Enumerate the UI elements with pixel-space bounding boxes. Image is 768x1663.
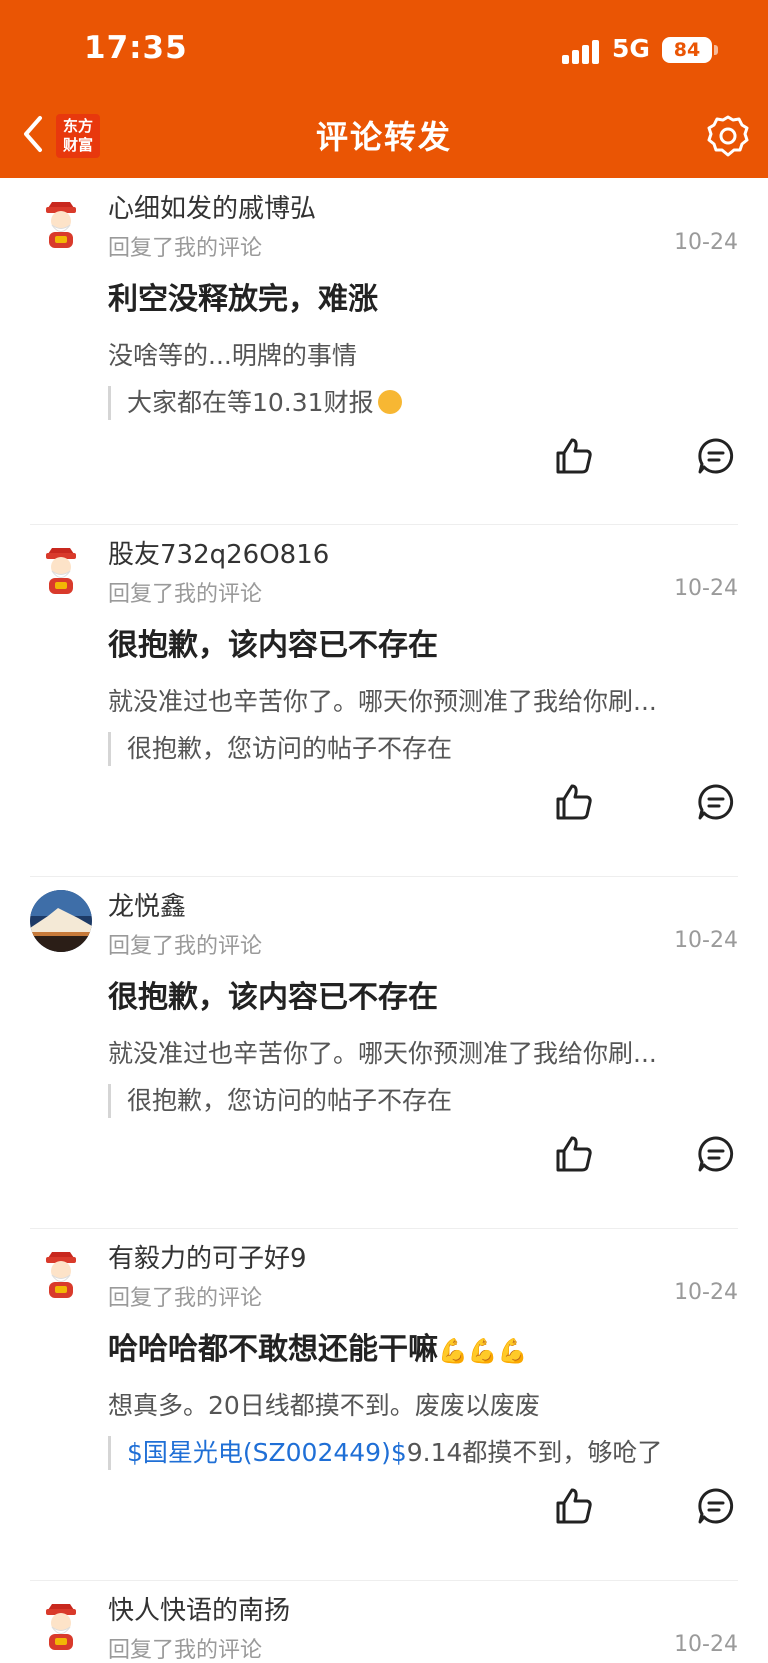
comment-item: 股友732q26O816 回复了我的评论 10-24 很抱歉，该内容已不存在 就… [0,524,768,876]
reply-label: 回复了我的评论 [108,1286,263,1311]
fortune-god-avatar-icon [30,538,92,600]
app-header: 17:35 5G 84 东方 财富 评论转发 [0,0,768,178]
quoted-post-text: 很抱歉，您访问的帖子不存在 [127,1086,453,1115]
comment-date: 10-24 [674,1280,738,1305]
comment-bubble-icon [698,1488,734,1524]
stock-link[interactable]: $国星光电(SZ002449)$ [127,1438,407,1467]
thumbs-up-icon [556,1488,592,1524]
reply-text[interactable]: 哈哈哈都不敢想还能干嘛💪💪💪 [108,1324,528,1368]
battery-icon: 84 [662,37,712,63]
like-button[interactable] [554,782,594,822]
flexed-biceps-icon: 💪💪💪 [438,1337,528,1365]
fortune-god-avatar-icon [30,1594,92,1656]
dizzy-face-icon [377,390,402,414]
fortune-god-avatar-icon [30,1242,92,1304]
user-avatar[interactable] [30,538,92,600]
user-avatar[interactable] [30,890,92,952]
reply-button[interactable] [696,782,736,822]
reply-label: 回复了我的评论 [108,1638,263,1663]
username[interactable]: 快人快语的南扬 [108,1590,290,1627]
reply-button[interactable] [696,1486,736,1526]
quoted-post-text: 很抱歉，您访问的帖子不存在 [127,734,453,763]
thumbs-up-icon [556,784,592,820]
username[interactable]: 心细如发的戚博弘 [108,188,316,225]
reply-button[interactable] [696,1134,736,1174]
comment-date: 10-24 [674,928,738,953]
fortune-god-avatar-icon [30,192,92,254]
my-comment-text[interactable]: 就没准过也辛苦你了。哪天你预测准了我给你刷... [108,682,657,718]
thumbs-up-icon [556,438,592,474]
username[interactable]: 有毅力的可子好9 [108,1238,307,1275]
username[interactable]: 股友732q26O816 [108,534,329,571]
quoted-post-text: 9.14都摸不到，够呛了 [406,1438,663,1467]
comment-item: 有毅力的可子好9 回复了我的评论 10-24 哈哈哈都不敢想还能干嘛💪💪💪 想真… [0,1228,768,1580]
comment-bubble-icon [698,438,734,474]
user-avatar[interactable] [30,1594,92,1656]
settings-button[interactable] [706,114,750,158]
quoted-post-text: 大家都在等10.31财报 [127,388,374,417]
my-comment-text[interactable]: 想真多。20日线都摸不到。废废以废废 [108,1386,540,1422]
divider [30,1228,738,1229]
divider [30,1580,738,1581]
network-type: 5G [612,34,650,63]
quoted-post[interactable]: 大家都在等10.31财报 [108,386,402,420]
like-button[interactable] [554,1486,594,1526]
thumbs-up-icon [556,1136,592,1172]
reply-label: 回复了我的评论 [108,582,263,607]
quoted-post[interactable]: 很抱歉，您访问的帖子不存在 [108,1084,452,1118]
divider [30,876,738,877]
reply-button[interactable] [696,436,736,476]
signal-icon [562,40,600,64]
divider [30,524,738,525]
my-comment-text[interactable]: 就没准过也辛苦你了。哪天你预测准了我给你刷... [108,1034,657,1070]
like-button[interactable] [554,436,594,476]
user-avatar[interactable] [30,192,92,254]
like-button[interactable] [554,1134,594,1174]
gear-icon [707,115,749,157]
reply-label: 回复了我的评论 [108,236,263,261]
reply-label: 回复了我的评论 [108,934,263,959]
comment-item: 快人快语的南扬 回复了我的评论 10-24 [0,1580,768,1663]
comment-bubble-icon [698,784,734,820]
comment-date: 10-24 [674,230,738,255]
comment-item: 龙悦鑫 回复了我的评论 10-24 很抱歉，该内容已不存在 就没准过也辛苦你了。… [0,876,768,1228]
page-title: 评论转发 [315,118,452,156]
reply-text-content: 哈哈哈都不敢想还能干嘛 [108,1332,438,1367]
mountain-photo-avatar-icon [30,890,92,952]
reply-text[interactable]: 很抱歉，该内容已不存在 [108,620,438,664]
username[interactable]: 龙悦鑫 [108,886,186,923]
comment-bubble-icon [698,1136,734,1172]
comment-item: 心细如发的戚博弘 回复了我的评论 10-24 利空没释放完，难涨 没啥等的...… [0,178,768,530]
status-time: 17:35 [84,30,188,66]
comment-date: 10-24 [674,1632,738,1657]
reply-text[interactable]: 很抱歉，该内容已不存在 [108,972,438,1016]
comment-date: 10-24 [674,576,738,601]
quoted-post[interactable]: $国星光电(SZ002449)$9.14都摸不到，够呛了 [108,1436,662,1470]
battery-tip [714,45,718,55]
quoted-post[interactable]: 很抱歉，您访问的帖子不存在 [108,732,452,766]
reply-text[interactable]: 利空没释放完，难涨 [108,274,378,318]
my-comment-text[interactable]: 没啥等的...明牌的事情 [108,336,357,372]
user-avatar[interactable] [30,1242,92,1304]
